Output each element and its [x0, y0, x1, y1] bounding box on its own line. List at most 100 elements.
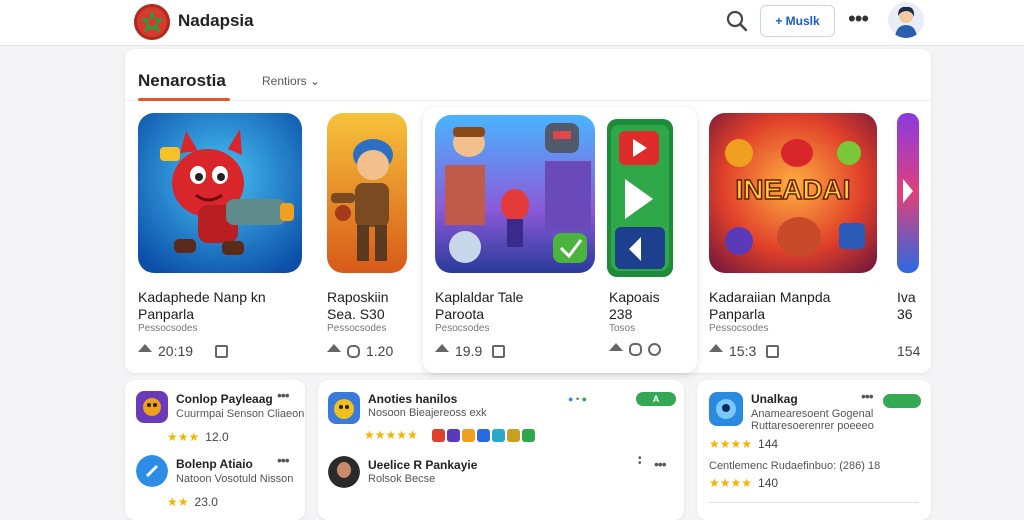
- svg-text:INEADAI: INEADAI: [735, 174, 850, 205]
- more-options-icon[interactable]: •••: [277, 387, 290, 403]
- vertical-dots-icon[interactable]: • •: [638, 454, 642, 469]
- game-stats: 154: [897, 343, 920, 359]
- app-icon[interactable]: [328, 392, 360, 424]
- more-options-icon[interactable]: •••: [848, 7, 869, 31]
- mini-app-icons: [432, 427, 537, 445]
- home-icon: [327, 344, 341, 352]
- status-badge: A: [636, 392, 676, 406]
- search-icon[interactable]: [724, 8, 750, 34]
- more-options-icon[interactable]: •••: [861, 388, 874, 404]
- featured-game[interactable]: Iva 36 154: [897, 113, 925, 363]
- status-badge: [883, 394, 921, 408]
- top-bar: Nadapsia + Muslk •••: [0, 0, 1024, 46]
- game-subtitle: Panparla: [138, 306, 195, 322]
- game-meta: Pessocsodes: [138, 323, 198, 334]
- app-subtitle: Rolsok Becse: [368, 473, 436, 485]
- app-title[interactable]: Unalkag: [751, 392, 798, 406]
- game-stat: 154: [897, 343, 921, 359]
- home-icon: [435, 344, 449, 352]
- app-list-card: Unalkag ••• Anamearesoent Gogenal Ruttar…: [697, 380, 931, 520]
- rating-stars: ★★★★★: [364, 428, 418, 442]
- tab-active[interactable]: Nenarostia: [138, 71, 226, 91]
- mini-app-icon[interactable]: [477, 429, 490, 443]
- app-subtitle: Anamearesoent Gogenal: [751, 408, 874, 420]
- featured-game[interactable]: Raposkiin Sea. S30 Pessocsodes 1.20: [327, 113, 413, 363]
- game-stats: 19.9: [435, 343, 506, 359]
- rating-stars: ★★ 23.0: [167, 495, 218, 509]
- home-icon: [138, 344, 152, 352]
- app-icon[interactable]: [328, 456, 360, 488]
- divider: [709, 502, 919, 503]
- mini-app-icon[interactable]: [492, 429, 505, 443]
- app-list-card: Conlop Payleaag ••• Cuurmpai Senson Clia…: [125, 380, 305, 520]
- tab-underline: [138, 98, 230, 101]
- mini-app-icon[interactable]: [447, 429, 460, 443]
- rating-value: 12.0: [205, 430, 229, 444]
- app-title: Nadapsia: [178, 11, 254, 30]
- game-subtitle: 36: [897, 306, 913, 322]
- square-icon: [215, 344, 229, 358]
- app-icon[interactable]: [709, 392, 743, 426]
- more-options-icon[interactable]: •••: [654, 456, 667, 472]
- app-description: Centlemenc Rudaefinbuo: (286) 18: [709, 460, 881, 472]
- mini-app-icon[interactable]: [462, 429, 475, 443]
- info-icon: [648, 343, 661, 356]
- app-title[interactable]: Ueelice R Pankayie: [368, 458, 477, 472]
- game-thumbnail[interactable]: [897, 113, 919, 273]
- game-title: Kadaphede Nanp kn: [138, 289, 266, 305]
- home-icon: [609, 342, 623, 351]
- status-dots: ● • ●: [568, 394, 588, 404]
- game-thumbnail[interactable]: [607, 119, 673, 277]
- game-stats: 20:19: [138, 343, 229, 359]
- game-stat: 1.20: [366, 343, 394, 359]
- game-title: Kadaraiian Manpda: [709, 289, 831, 305]
- rating-stars: ★★★★ 140: [709, 476, 779, 490]
- app-icon[interactable]: [136, 455, 168, 487]
- rating-value: 144: [758, 437, 779, 451]
- game-subtitle: Paroota: [435, 306, 485, 322]
- app-icon[interactable]: [136, 391, 168, 423]
- rating-stars: ★★★★ 144: [709, 437, 779, 451]
- square-icon: [766, 344, 780, 358]
- game-meta: Pessocsodes: [709, 323, 769, 334]
- game-title: Iva: [897, 289, 916, 305]
- featured-section: Nenarostia Rentiors ⌄ Kadaphede Nanp kn …: [125, 49, 931, 373]
- app-logo[interactable]: [134, 4, 170, 40]
- mini-app-icon[interactable]: [432, 429, 445, 443]
- game-thumbnail[interactable]: [138, 113, 302, 273]
- square-icon: [629, 343, 642, 356]
- featured-game-highlighted[interactable]: Kaplaldar Tale Paroota Pesocsodes 19.9 K…: [423, 107, 697, 373]
- game-stat: 20:19: [158, 343, 194, 359]
- game-meta: Pesocsodes: [435, 323, 490, 334]
- avatar[interactable]: [888, 2, 924, 38]
- tab-bar: Nenarostia Rentiors ⌄: [125, 49, 931, 101]
- featured-game[interactable]: INEADAI Kadaraiian Manpda Panparla Pesso…: [709, 113, 879, 363]
- mini-app-icon[interactable]: [522, 429, 535, 443]
- game-thumbnail[interactable]: INEADAI: [709, 113, 877, 273]
- rating-stars: ★★★ 12.0: [167, 430, 229, 444]
- more-options-icon[interactable]: •••: [277, 452, 290, 468]
- mini-app-icon[interactable]: [507, 429, 520, 443]
- tab-secondary[interactable]: Rentiors ⌄: [262, 74, 320, 88]
- game-meta: Tosos: [609, 323, 636, 334]
- game-title: Kaplaldar Tale: [435, 289, 524, 305]
- game-stats: 15:3: [709, 343, 780, 359]
- app-subtitle: Cuurmpai Senson Cliaeon: [176, 408, 305, 420]
- game-stat: 15:3: [729, 343, 757, 359]
- square-icon: [347, 344, 360, 358]
- add-button[interactable]: + Muslk: [760, 5, 835, 37]
- rating-value: 23.0: [194, 495, 218, 509]
- app-list-card: Anoties hanilos Nosoon Bieajereoss exk ●…: [318, 380, 684, 520]
- game-thumbnail[interactable]: [327, 113, 407, 273]
- game-stats: 1.20: [327, 343, 393, 359]
- home-icon: [709, 344, 723, 352]
- app-title[interactable]: Bolenp Atiaio: [176, 457, 253, 471]
- app-title[interactable]: Anoties hanilos: [368, 392, 457, 406]
- chevron-down-icon: ⌄: [306, 74, 321, 88]
- featured-game[interactable]: Kadaphede Nanp kn Panparla Pessocsodes 2…: [138, 113, 308, 363]
- app-subtitle: Natoon Vosotuld Nisson: [176, 473, 294, 485]
- game-subtitle: Sea. S30: [327, 306, 385, 322]
- rating-value: 140: [758, 476, 779, 490]
- app-title[interactable]: Conlop Payleaag: [176, 392, 273, 406]
- game-thumbnail[interactable]: [435, 115, 595, 273]
